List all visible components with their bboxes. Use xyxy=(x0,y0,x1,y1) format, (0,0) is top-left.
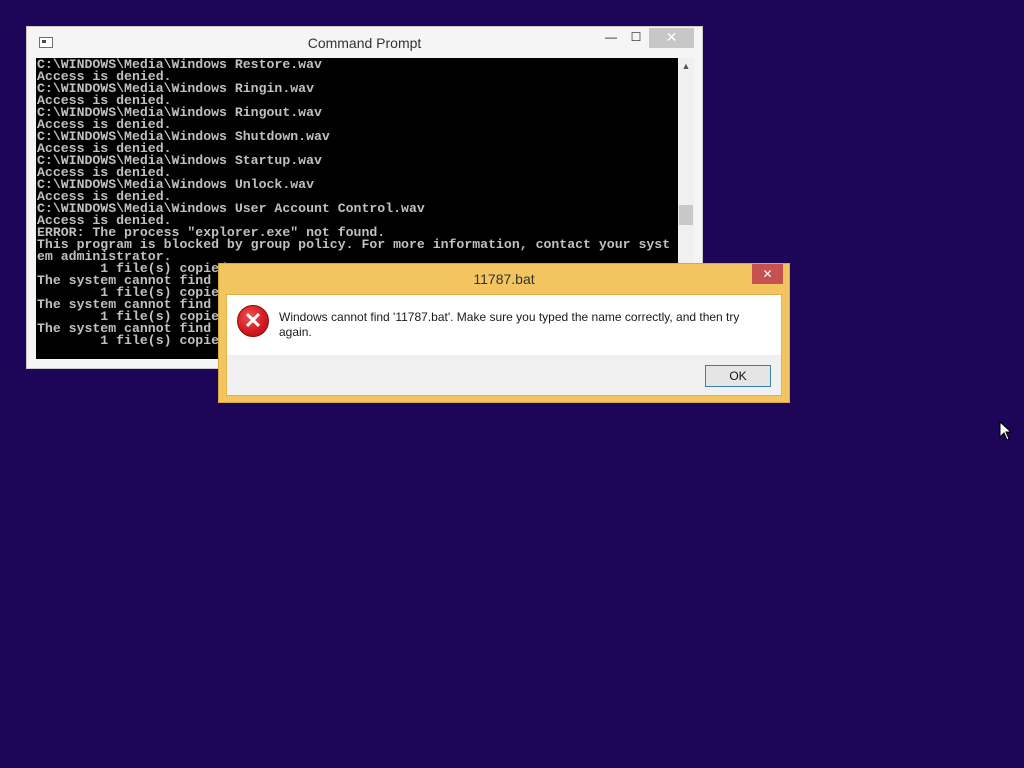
minimize-button[interactable]: — xyxy=(601,28,621,48)
dialog-body: ✕ Windows cannot find '11787.bat'. Make … xyxy=(226,294,782,396)
scroll-thumb[interactable] xyxy=(679,205,693,225)
error-message: Windows cannot find '11787.bat'. Make su… xyxy=(279,310,740,339)
dialog-content: ✕ Windows cannot find '11787.bat'. Make … xyxy=(227,295,781,355)
ok-button[interactable]: OK xyxy=(705,365,771,387)
cmd-close-button[interactable]: ✕ xyxy=(649,28,694,48)
scroll-up-arrow-icon[interactable]: ▲ xyxy=(678,58,694,74)
mouse-cursor-icon xyxy=(999,421,1013,441)
cmd-titlebar[interactable]: Command Prompt — ☐ ✕ xyxy=(27,27,702,59)
dialog-title: 11787.bat xyxy=(473,271,535,287)
dialog-close-button[interactable]: ✕ xyxy=(752,264,783,284)
error-dialog[interactable]: 11787.bat ✕ ✕ Windows cannot find '11787… xyxy=(218,263,790,403)
maximize-button[interactable]: ☐ xyxy=(626,28,646,48)
error-icon: ✕ xyxy=(237,305,269,337)
